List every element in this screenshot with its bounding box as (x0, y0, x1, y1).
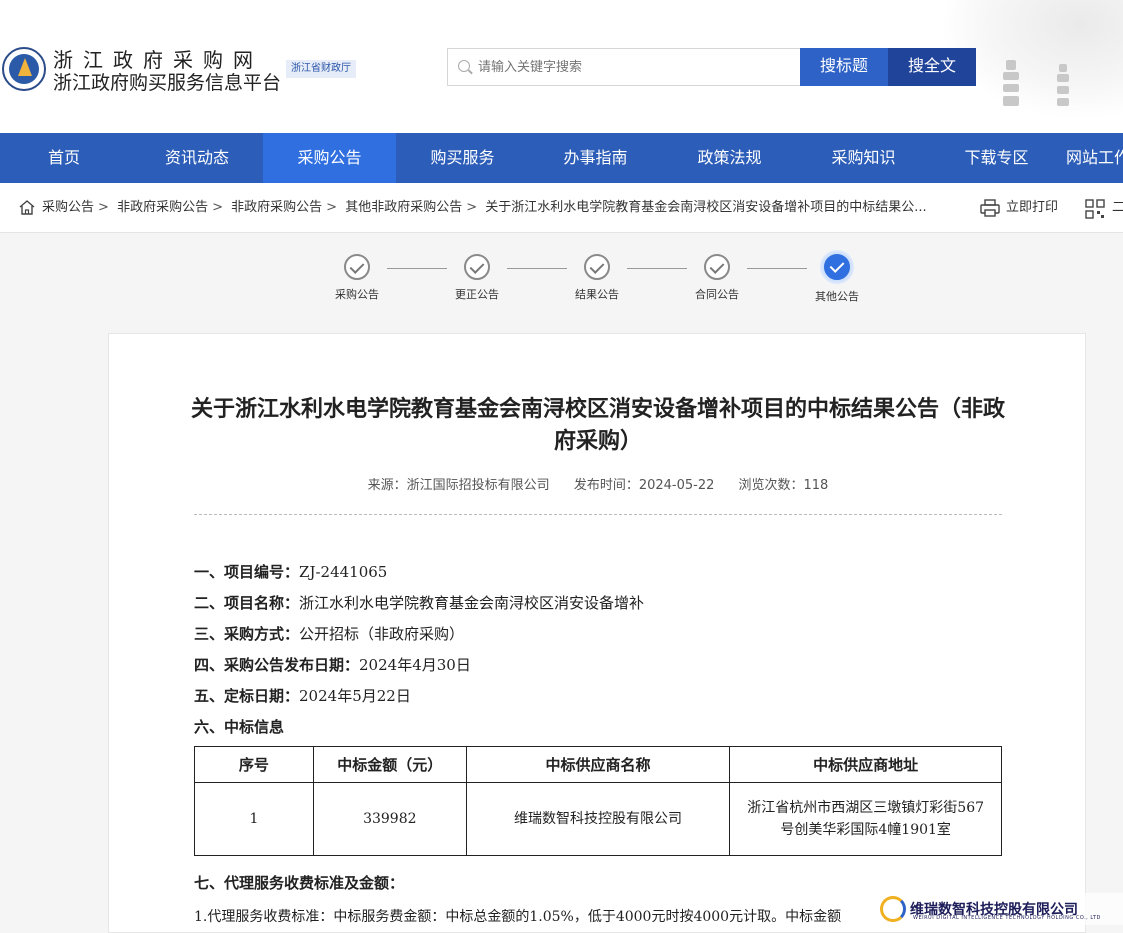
table-header: 中标金额（元） (312, 746, 467, 783)
table-cell-index: 1 (194, 782, 314, 856)
field-value: 公开招标（非政府采购） (299, 625, 465, 643)
field-procurement-method: 三、采购方式：公开招标（非政府采购） (194, 623, 464, 644)
field-label: 六、中标信息 (194, 718, 285, 736)
step-label: 合同公告 (695, 288, 739, 301)
pagoda-icon (1052, 60, 1074, 106)
article-view-count: 浏览次数：118 (738, 478, 829, 493)
field-project-number: 一、项目编号：ZJ-2441065 (194, 561, 387, 582)
article-title: 关于浙江水利水电学院教育基金会南浔校区消安设备增补项目的中标结果公告（非政府采购… (190, 397, 1005, 454)
nav-item-knowledge[interactable]: 采购知识 (797, 133, 930, 183)
field-label: 一、项目编号： (194, 563, 300, 581)
check-icon (464, 254, 490, 280)
article-card: 关于浙江水利水电学院教育基金会南浔校区消安设备增补项目的中标结果公告（非政府采购… (108, 333, 1086, 933)
printer-icon[interactable] (980, 199, 1000, 217)
field-award-date: 五、定标日期：2024年5月22日 (194, 685, 411, 706)
section-agency-fee: 七、代理服务收费标准及金额： (194, 872, 404, 893)
breadcrumb-item[interactable]: 非政府采购公告 (231, 200, 322, 215)
breadcrumb-item[interactable]: 其他非政府采购公告 (345, 200, 462, 215)
step-other-notice[interactable]: 其他公告 (797, 245, 877, 304)
article-source: 来源：浙江国际招投标有限公司 (367, 478, 550, 493)
field-label: 三、采购方式： (194, 625, 300, 643)
nav-item-downloads[interactable]: 下载专区 (930, 133, 1063, 183)
nav-item-procurement-notices[interactable]: 采购公告 (263, 133, 396, 183)
article-publish-time: 发布时间：2024-05-22 (573, 478, 715, 493)
step-label: 结果公告 (575, 288, 619, 301)
check-icon (704, 254, 730, 280)
field-notice-date: 四、采购公告发布日期：2024年4月30日 (194, 654, 471, 675)
field-value: ZJ-2441065 (299, 563, 388, 581)
watermark-english: WEIRUI DIGITAL INTELLIGENCE TECHNOLOGY H… (913, 915, 1101, 921)
site-header: 浙江政府采购网 浙江政府购买服务信息平台 浙江省财政厅 搜标题 搜全文 (0, 0, 1123, 133)
breadcrumb-item[interactable]: 非政府采购公告 (117, 200, 208, 215)
site-logo[interactable] (2, 47, 46, 91)
nav-item-purchase-services[interactable]: 购买服务 (396, 133, 529, 183)
nav-item-policies[interactable]: 政策法规 (662, 133, 797, 183)
step-procurement-notice[interactable]: 采购公告 (317, 245, 397, 302)
breadcrumb-current: 关于浙江水利水电学院教育基金会南浔校区消安设备增补项目的中标结果公... (485, 200, 927, 215)
step-label: 采购公告 (335, 288, 379, 301)
pagoda-icon (1000, 60, 1022, 106)
field-value: 浙江水利水电学院教育基金会南浔校区消安设备增补 (299, 594, 645, 612)
article-meta: 来源：浙江国际招投标有限公司 发布时间：2024-05-22 浏览次数：118 (189, 474, 1007, 493)
breadcrumb-item[interactable]: 采购公告 (42, 200, 94, 215)
breadcrumb: 采购公告 > 非政府采购公告 > 非政府采购公告 > 其他非政府采购公告 > 关于浙江水… (0, 183, 1123, 233)
table-header: 中标供应商地址 (729, 746, 1002, 783)
notice-progress-steps: 采购公告 更正公告 结果公告 合同公告 其他公告 (300, 245, 900, 315)
main-nav: 首页 资讯动态 采购公告 购买服务 办事指南 政策法规 采购知识 下载专区 网站… (0, 133, 1123, 183)
field-label: 五、定标日期： (194, 687, 300, 705)
search-fulltext-button[interactable]: 搜全文 (888, 48, 976, 86)
table-cell-amount: 339982 (312, 782, 467, 856)
company-watermark: 维瑞数智科技控股有限公司 WEIRUI DIGITAL INTELLIGENCE… (880, 893, 1123, 925)
field-value: 2024年4月30日 (359, 656, 471, 674)
search-title-button[interactable]: 搜标题 (800, 48, 888, 86)
dept-badge: 浙江省财政厅 (286, 60, 356, 78)
nav-item-site-work[interactable]: 网站工作 (1063, 133, 1123, 183)
check-icon (584, 254, 610, 280)
step-contract-notice[interactable]: 合同公告 (677, 245, 757, 302)
field-label: 二、项目名称： (194, 594, 300, 612)
table-cell-address: 浙江省杭州市西湖区三墩镇灯彩街567号创美华彩国际4幢1901室 (729, 782, 1002, 856)
divider (194, 514, 1002, 515)
nav-item-home[interactable]: 首页 (0, 133, 128, 183)
search-input[interactable] (478, 49, 788, 85)
site-subtitle: 浙江政府购买服务信息平台 (53, 72, 282, 94)
table-header: 序号 (194, 746, 314, 783)
nav-item-guides[interactable]: 办事指南 (529, 133, 662, 183)
section-label: 七、代理服务收费标准及金额： (194, 874, 405, 892)
qr-code-label[interactable]: 二 (1112, 183, 1123, 233)
step-label: 更正公告 (455, 288, 499, 301)
search-icon (458, 60, 470, 72)
print-button[interactable]: 立即打印 (1006, 183, 1058, 233)
award-table: 序号 中标金额（元） 中标供应商名称 中标供应商地址 1 339982 维瑞数智… (194, 746, 1002, 856)
fee-standard-line: 1.代理服务收费标准：中标服务费金额：中标总金额的1.05%，低于4000元时按… (194, 909, 842, 925)
field-project-name: 二、项目名称：浙江水利水电学院教育基金会南浔校区消安设备增补 (194, 592, 644, 613)
table-header: 中标供应商名称 (465, 746, 731, 783)
breadcrumb-trail: 采购公告 > 非政府采购公告 > 非政府采购公告 > 其他非政府采购公告 > 关于浙江水… (42, 200, 927, 215)
home-icon[interactable] (19, 200, 35, 215)
check-icon (344, 254, 370, 280)
step-label: 其他公告 (815, 290, 859, 303)
qr-code-icon[interactable] (1085, 199, 1105, 219)
field-value: 2024年5月22日 (299, 687, 411, 705)
table-cell-supplier: 维瑞数智科技控股有限公司 (465, 782, 731, 856)
table-header-row: 序号 中标金额（元） 中标供应商名称 中标供应商地址 (194, 746, 1002, 783)
field-label: 四、采购公告发布日期： (194, 656, 360, 674)
table-row: 1 339982 维瑞数智科技控股有限公司 浙江省杭州市西湖区三墩镇灯彩街567… (194, 782, 1002, 856)
step-correction-notice[interactable]: 更正公告 (437, 245, 517, 302)
field-award-info: 六、中标信息 (194, 716, 284, 737)
search-box (447, 48, 801, 86)
step-result-notice[interactable]: 结果公告 (557, 245, 637, 302)
company-logo-icon (880, 896, 906, 922)
nav-item-news[interactable]: 资讯动态 (131, 133, 263, 183)
check-icon (822, 252, 852, 282)
